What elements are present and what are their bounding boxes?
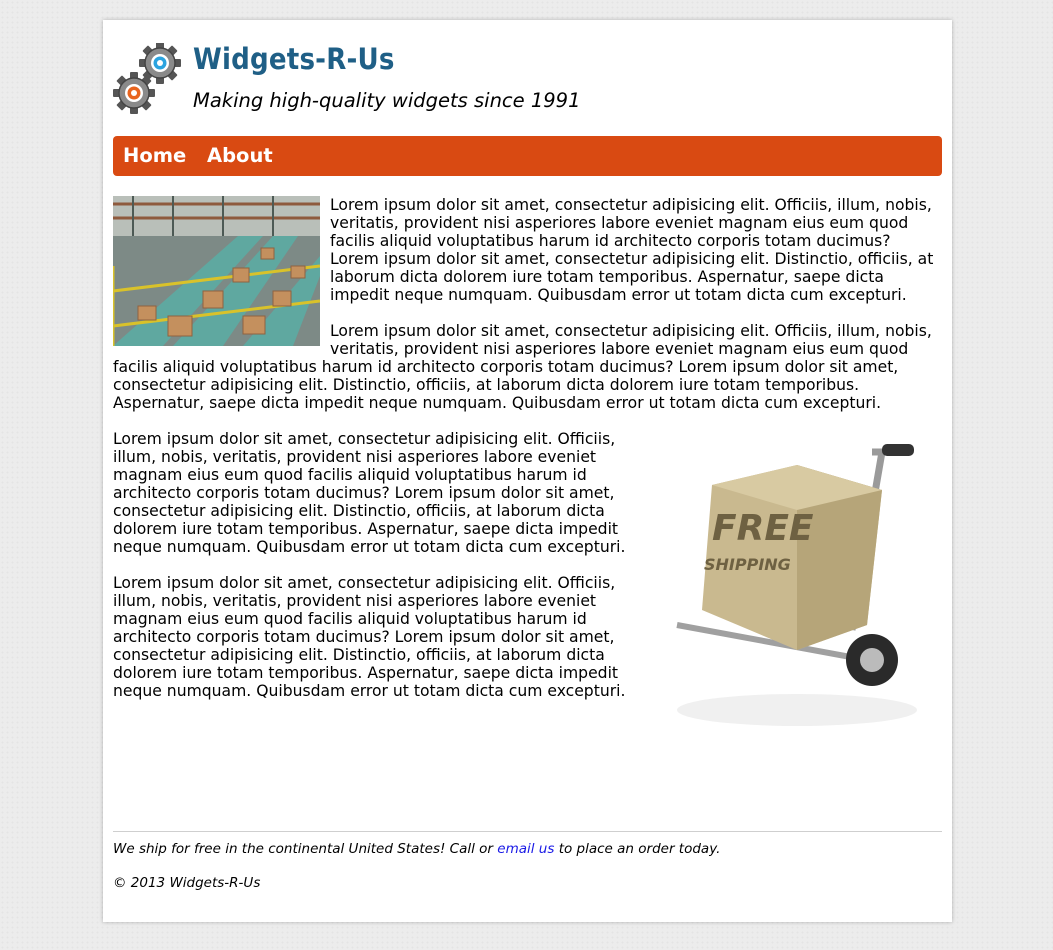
box-shipping-text: SHIPPING: [704, 555, 791, 574]
page-container: Widgets-R-Us Making high-quality widgets…: [103, 20, 952, 922]
site-title: Widgets-R-Us: [193, 42, 395, 76]
shipping-note-text-end: to place an order today.: [554, 841, 721, 857]
main-content: Lorem ipsum dolor sit amet, consectetur …: [113, 196, 942, 730]
email-us-link[interactable]: email us: [497, 841, 554, 857]
nav-about-link[interactable]: About: [207, 144, 273, 167]
shipping-note-text: We ship for free in the continental Unit…: [113, 841, 498, 857]
nav-home-link[interactable]: Home: [123, 144, 186, 167]
main-nav: Home About: [113, 136, 942, 176]
shipping-note: We ship for free in the continental Unit…: [113, 841, 942, 857]
gears-icon: [113, 43, 181, 114]
site-tagline: Making high-quality widgets since 1991: [193, 89, 581, 112]
copyright: © 2013 Widgets-R-Us: [113, 875, 261, 891]
free-shipping-image: FREE SHIPPING: [676, 444, 917, 726]
warehouse-image: [113, 196, 320, 346]
box-free-text: FREE: [712, 508, 814, 549]
page-footer: We ship for free in the continental Unit…: [113, 831, 942, 891]
